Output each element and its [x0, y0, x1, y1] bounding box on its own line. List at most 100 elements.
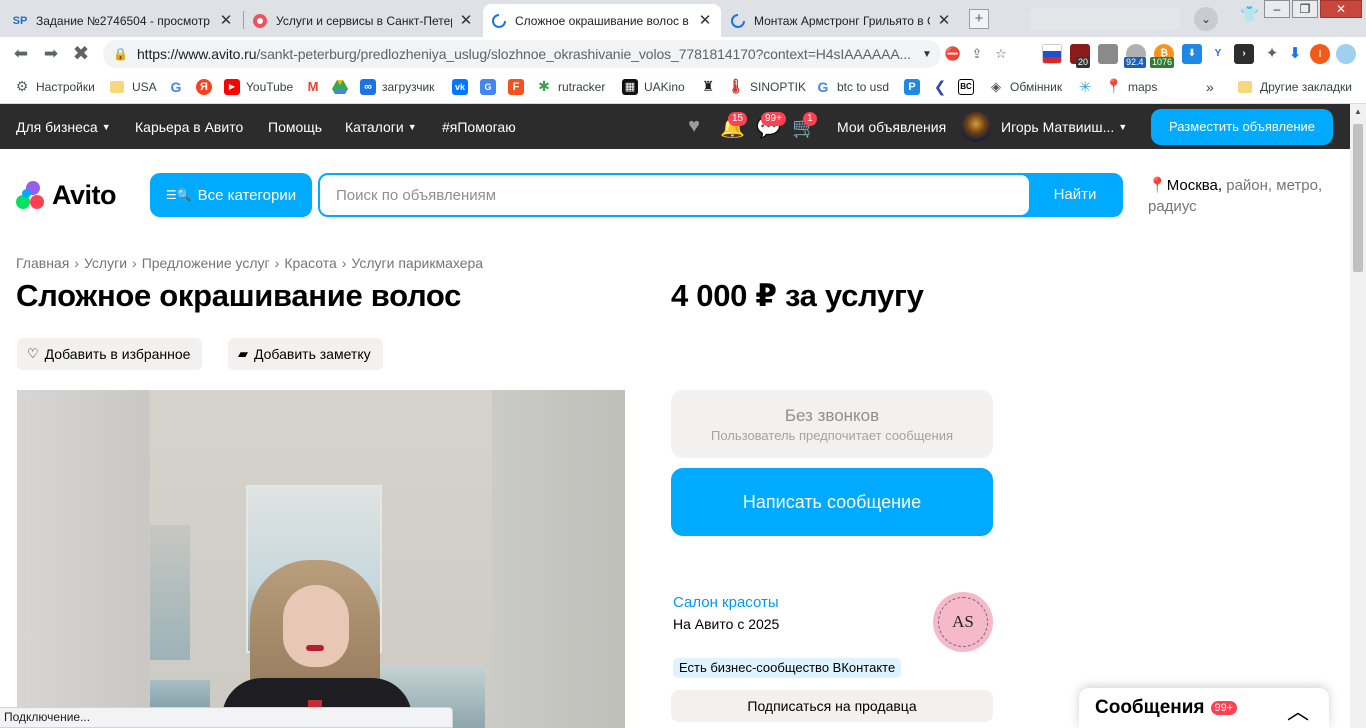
drive-icon — [332, 79, 348, 95]
breadcrumb-item[interactable]: Услуги — [84, 255, 127, 271]
downloads-icon[interactable]: ⬇ — [1285, 44, 1305, 64]
bookmark-item[interactable]: ❮ — [932, 71, 954, 102]
bookmark-item[interactable]: G — [480, 71, 502, 102]
stop-loading-icon[interactable]: ✖ — [70, 43, 92, 65]
shirt-icon[interactable]: 👕 — [1240, 5, 1259, 23]
flag-extension-icon[interactable] — [1042, 44, 1062, 64]
location-selector[interactable]: 📍Москва, район, метро, радиус — [1148, 175, 1338, 217]
user-menu[interactable]: Игорь Матвииш... ▼ — [1001, 104, 1127, 149]
bookmark-item[interactable]: ♜ — [700, 71, 722, 102]
add-favorite-button[interactable]: ♡ Добавить в избранное — [17, 338, 203, 370]
briefcase-extension-icon[interactable] — [1098, 44, 1118, 64]
bookmark-item[interactable] — [332, 71, 354, 102]
extension-icon[interactable] — [1336, 44, 1356, 64]
v-extension-icon[interactable]: Y — [1208, 44, 1228, 64]
address-bar[interactable]: 🔒 https://www.avito.ru/sankt-peterburg/p… — [103, 40, 941, 68]
more-bookmarks-button[interactable]: » — [1206, 71, 1214, 102]
bookmark-item[interactable]: 📍 maps — [1105, 71, 1157, 102]
browser-tab[interactable]: Услуги и сервисы в Санкт-Петерб ✕ — [244, 4, 482, 37]
puzzle-extensions-icon[interactable]: ✦ — [1262, 44, 1282, 64]
all-categories-button[interactable]: ☰🔍 Все категории — [150, 173, 312, 217]
bookmark-item[interactable]: USA — [110, 71, 157, 102]
breadcrumb-item[interactable]: Предложение услуг — [142, 255, 270, 271]
messenger-widget[interactable]: Сообщения 99+ ︿ — [1079, 688, 1329, 728]
new-tab-button[interactable]: + — [969, 9, 989, 29]
browser-tab[interactable]: SP Задание №2746504 - просмотр з ✕ — [4, 4, 242, 37]
nav-catalogs[interactable]: Каталоги ▼ — [345, 104, 417, 149]
bookmark-item[interactable]: P — [904, 71, 926, 102]
close-tab-icon[interactable]: ✕ — [458, 12, 474, 29]
nav-help-tag[interactable]: #яПомогаю — [442, 104, 516, 149]
scrollbar-thumb[interactable] — [1353, 124, 1363, 272]
nav-career[interactable]: Карьера в Авито — [135, 104, 243, 149]
heart-outline-icon: ♡ — [27, 346, 39, 361]
minimize-icon[interactable]: – — [1264, 0, 1290, 18]
bookmark-item[interactable]: Gbtc to usd — [815, 71, 889, 102]
post-ad-button[interactable]: Разместить объявление — [1151, 109, 1333, 145]
chevron-up-icon[interactable]: ︿ — [1287, 694, 1309, 726]
other-bookmarks-folder[interactable]: Другие закладки — [1238, 71, 1352, 102]
close-window-icon[interactable]: ✕ — [1320, 0, 1362, 18]
uakino-icon: ▦ — [622, 78, 638, 95]
breadcrumb-item[interactable]: Красота — [284, 255, 336, 271]
bookmark-item[interactable]: ✳ — [1077, 71, 1099, 102]
photo-gallery[interactable] — [17, 390, 625, 728]
lock-icon[interactable]: 🔒 — [113, 47, 128, 61]
bookmark-item[interactable]: BC — [958, 71, 980, 102]
bookmark-item[interactable]: vk — [452, 71, 474, 102]
nav-business[interactable]: Для бизнеса ▼ — [16, 104, 111, 149]
close-tab-icon[interactable]: ✕ — [218, 12, 234, 29]
forward-icon[interactable]: ➡ — [40, 43, 62, 65]
bookmark-item[interactable]: M — [305, 71, 327, 102]
nav-help[interactable]: Помощь — [268, 104, 322, 149]
back-icon[interactable]: ⬅ — [10, 43, 32, 65]
bookmark-item[interactable]: ∞ загрузчик — [360, 71, 434, 102]
share-icon[interactable]: ⇪ — [968, 45, 986, 63]
page-scrollbar[interactable]: ▲ — [1350, 104, 1366, 728]
seller-type-link[interactable]: Салон красоты — [673, 594, 779, 611]
vk-community-badge[interactable]: Есть бизнес-сообщество ВКонтакте — [673, 658, 902, 678]
seller-avatar[interactable]: AS — [933, 592, 993, 652]
bookmark-item[interactable]: ◈ Обмінник — [988, 71, 1062, 102]
breadcrumb-item[interactable]: Услуги парикмахера — [351, 255, 483, 271]
my-ads-link[interactable]: Мои объявления — [837, 104, 946, 149]
extension-badge: 92.4 — [1124, 57, 1146, 68]
bookmark-star-icon[interactable]: ☆ — [992, 45, 1010, 63]
browser-tab-active[interactable]: Сложное окрашивание волос в С ✕ — [483, 4, 721, 37]
search-button[interactable]: Найти — [1029, 175, 1121, 215]
close-tab-icon[interactable]: ✕ — [697, 12, 713, 29]
messenger-title: Сообщения — [1095, 697, 1205, 718]
url-text[interactable]: https://www.avito.ru/sankt-peterburg/pre… — [137, 46, 919, 62]
user-avatar[interactable] — [961, 112, 991, 142]
maximize-icon[interactable]: ❐ — [1292, 0, 1318, 18]
terminal-extension-icon[interactable]: › — [1234, 44, 1254, 64]
avito-logo[interactable]: Avito — [16, 180, 117, 211]
bookmark-item[interactable]: ▦ UAKino — [622, 71, 685, 102]
bookmark-item[interactable]: ▶ YouTube — [224, 71, 293, 102]
dropdown-arrow-icon[interactable]: ▼ — [919, 49, 935, 60]
add-note-button[interactable]: ▰ Добавить заметку — [228, 338, 383, 370]
tab-title: Монтаж Армстронг Грильято в Са — [754, 13, 930, 28]
close-tab-icon[interactable]: ✕ — [936, 12, 952, 29]
blocked-icon[interactable]: ⛔ — [944, 45, 962, 63]
model-lips — [306, 645, 324, 651]
bookmark-item[interactable]: 🌡 SINOPTIK — [727, 71, 806, 102]
favorites-heart-icon[interactable]: ♥ — [682, 115, 706, 138]
bookmark-item[interactable]: Я — [196, 71, 218, 102]
bookmark-item[interactable]: ⚙ Настройки — [14, 71, 95, 102]
tab-search-icon[interactable]: ⌄ — [1194, 7, 1218, 31]
profile-avatar[interactable]: I — [1310, 44, 1330, 64]
listing-photo[interactable] — [150, 390, 492, 728]
scroll-up-icon[interactable]: ▲ — [1350, 104, 1366, 120]
breadcrumb-item[interactable]: Главная — [16, 255, 69, 271]
seller-logo: AS — [938, 597, 988, 647]
browser-toolbar: ⬅ ➡ ✖ 🔒 https://www.avito.ru/sankt-peter… — [0, 37, 1366, 71]
bookmark-item[interactable]: G — [168, 71, 190, 102]
download-extension-icon[interactable]: ⬇ — [1182, 44, 1202, 64]
search-input[interactable] — [320, 175, 1029, 215]
bookmark-item[interactable]: ✱ rutracker — [536, 71, 605, 102]
subscribe-seller-button[interactable]: Подписаться на продавца — [671, 690, 993, 722]
browser-tab[interactable]: Монтаж Армстронг Грильято в Са ✕ — [722, 4, 960, 37]
write-message-button[interactable]: Написать сообщение — [671, 468, 993, 536]
bookmark-item[interactable]: F — [508, 71, 530, 102]
